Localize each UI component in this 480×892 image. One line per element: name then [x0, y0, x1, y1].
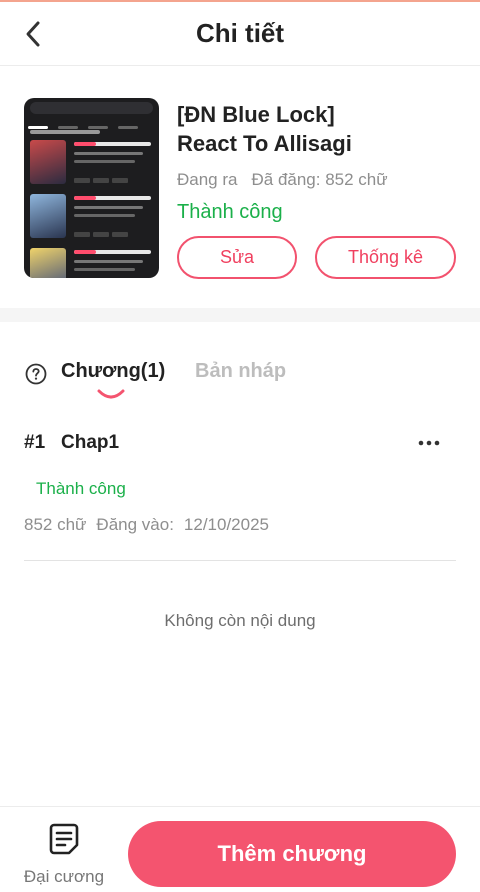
bottom-action-bar: Đại cương Thêm chương [0, 806, 480, 892]
active-tab-indicator [97, 389, 125, 399]
empty-state-text: Không còn nội dung [164, 611, 316, 630]
story-status: Thành công [177, 201, 283, 223]
more-options-icon[interactable] [418, 440, 440, 446]
list-divider [24, 560, 456, 561]
story-summary: [ĐN Blue Lock] React To Allisagi Đang ra… [0, 66, 480, 320]
chapter-word-count: 852 chữ [24, 515, 87, 534]
story-state: Đang ra [177, 170, 238, 189]
story-word-count: Đã đăng: 852 chữ [251, 170, 388, 189]
chapter-posted-label: Đăng vào: [96, 515, 174, 534]
story-title-line1: [ĐN Blue Lock] [177, 102, 335, 127]
top-app-bar: Chi tiết [0, 2, 480, 66]
chapter-status: Thành công [36, 479, 126, 498]
chapter-meta: 852 chữ Đăng vào: 12/10/2025 [24, 515, 269, 535]
chapter-number: #1 [24, 432, 46, 453]
story-cover-image[interactable] [24, 98, 159, 278]
chapter-posted-date: 12/10/2025 [183, 515, 270, 534]
page-title: Chi tiết [195, 18, 285, 48]
tab-drafts[interactable]: Bản nháp [195, 360, 286, 383]
story-meta: Đang ra Đã đăng: 852 chữ [177, 170, 388, 190]
edit-button[interactable]: Sửa [177, 236, 297, 279]
add-chapter-button[interactable]: Thêm chương [128, 821, 456, 887]
chapter-title: Chap1 [61, 432, 120, 453]
story-title-line2: React To Allisagi [177, 131, 352, 156]
statistics-button[interactable]: Thống kê [315, 236, 456, 279]
story-title: [ĐN Blue Lock] React To Allisagi [177, 100, 467, 158]
chapter-tabs: Chương(1) Bản nháp [0, 350, 480, 410]
outline-label: Đại cương [23, 867, 105, 886]
outline-button[interactable]: Đại cương [18, 819, 110, 889]
outline-document-icon [49, 823, 79, 855]
section-divider [0, 308, 480, 322]
tab-chapters[interactable]: Chương(1) [61, 360, 165, 383]
help-icon[interactable] [25, 363, 47, 385]
